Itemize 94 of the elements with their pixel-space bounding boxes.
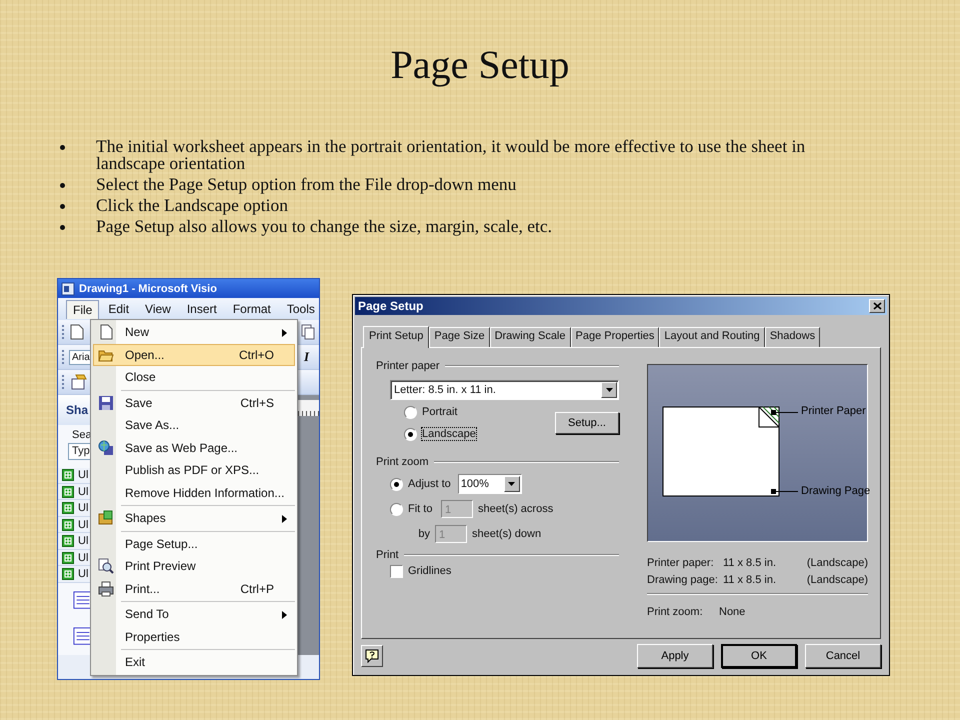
- globe-icon: [98, 440, 114, 456]
- dialog-button[interactable]: Apply: [637, 644, 713, 668]
- menu-item[interactable]: Close: [93, 366, 295, 388]
- info-label: Drawing page:: [647, 574, 719, 586]
- menu-item[interactable]: Publish as PDF or XPS...: [93, 459, 295, 482]
- stencil-icon: [62, 469, 74, 482]
- printer-icon: [98, 580, 114, 597]
- menu-item[interactable]: New: [93, 321, 295, 344]
- setup-button[interactable]: Setup...: [555, 412, 619, 434]
- stencil-icon: [62, 502, 74, 514]
- menu-item[interactable]: Format: [226, 299, 278, 319]
- paper-select[interactable]: Letter: 8.5 in. x 11 in.: [390, 380, 619, 400]
- menu-item[interactable]: Open... Ctrl+O: [93, 344, 295, 366]
- info-value: None: [719, 606, 746, 618]
- menu-item[interactable]: File: [66, 300, 100, 318]
- stencil-icon: [62, 518, 74, 531]
- dialog-title: Page Setup: [358, 299, 424, 313]
- info-label: Printer paper:: [647, 556, 715, 568]
- italic-button[interactable]: I: [304, 349, 309, 365]
- radio-label: Portrait: [422, 406, 458, 418]
- diagram-label: Printer Paper: [801, 405, 866, 417]
- bullet-icon: [60, 204, 65, 209]
- bullet-icon: [60, 145, 65, 150]
- menu-item[interactable]: Exit: [93, 651, 295, 674]
- tab[interactable]: Shadows: [764, 327, 820, 347]
- info-label: Print zoom:: [647, 606, 704, 618]
- new-page-icon: [98, 324, 114, 340]
- field-label: sheet(s) across: [478, 503, 554, 515]
- group-label: Printer paper: [376, 360, 440, 372]
- menu-item[interactable]: Page Setup...: [93, 532, 295, 555]
- radio-label: Adjust to: [408, 478, 451, 490]
- shortcut-text: Ctrl+P: [240, 582, 274, 596]
- menu-item[interactable]: Shapes: [93, 507, 295, 530]
- info-value: 11 x 8.5 in.: [723, 574, 777, 586]
- checkbox[interactable]: [390, 564, 403, 578]
- radio-button[interactable]: [404, 428, 417, 440]
- dropdown-arrow-icon: [508, 482, 516, 486]
- radio-button[interactable]: [390, 478, 403, 490]
- dialog-button[interactable]: Cancel: [805, 644, 881, 668]
- group-label: Print zoom: [376, 456, 429, 468]
- field-label: sheet(s) down: [472, 528, 542, 540]
- new-page-icon: [70, 324, 84, 340]
- info-value: (Landscape): [806, 574, 868, 586]
- menu-item[interactable]: Remove Hidden Information...: [93, 482, 295, 504]
- bullet-icon: [60, 183, 65, 188]
- shortcut-text: Ctrl+O: [238, 348, 274, 362]
- info-value: (Landscape): [806, 556, 868, 568]
- radio-label: Fit to: [408, 503, 434, 515]
- window-title: Drawing1 - Microsoft Visio: [79, 282, 217, 294]
- menu-item[interactable]: Print... Ctrl+P: [93, 578, 295, 600]
- bullet-text: Click the Landscape option: [96, 197, 288, 214]
- help-icon: [365, 649, 379, 663]
- info-value: 11 x 8.5 in.: [723, 556, 777, 568]
- menu-item[interactable]: Edit: [101, 299, 136, 319]
- font-field[interactable]: Aria: [69, 350, 90, 364]
- bullet-icon: [60, 225, 65, 230]
- tab[interactable]: Drawing Scale: [490, 327, 570, 347]
- stencil-icon: [62, 568, 74, 580]
- stencil-icon: [62, 535, 74, 548]
- stencil-icon: [62, 486, 74, 498]
- menu-item[interactable]: Save as Web Page...: [93, 436, 295, 459]
- copy-icon: [301, 324, 315, 340]
- zoom-select[interactable]: 100%: [458, 474, 522, 494]
- magnifier-icon: [98, 558, 114, 574]
- field-label: by: [417, 528, 430, 540]
- shortcut-text: Ctrl+S: [240, 396, 274, 410]
- dropdown-arrow-icon: [606, 388, 612, 392]
- stencil-icon: [62, 552, 74, 564]
- menu-item[interactable]: Properties: [93, 626, 295, 648]
- menu-item[interactable]: Tools: [280, 299, 319, 319]
- menu-item[interactable]: Send To: [93, 603, 295, 626]
- tab[interactable]: Layout and Routing: [659, 327, 765, 347]
- close-button[interactable]: [869, 299, 885, 313]
- radio-label: Landscape: [422, 428, 476, 440]
- tab[interactable]: Page Properties: [570, 327, 660, 347]
- bullet-text: Page Setup also allows you to change the size, margin, scale, etc.: [96, 218, 552, 235]
- shapes-icon: [98, 510, 114, 526]
- bullet-text: The initial worksheet appears in the portrait orientation, it would be more effective to use the sheet in landscape orientation: [96, 138, 806, 172]
- radio-button[interactable]: [404, 406, 417, 418]
- format-painter-icon: [70, 373, 88, 391]
- menu-item[interactable]: View: [138, 299, 178, 319]
- tab[interactable]: Page Size: [429, 327, 490, 347]
- radio-button[interactable]: [390, 502, 403, 516]
- tab[interactable]: Print Setup: [363, 326, 430, 348]
- checkbox-label: Gridlines: [408, 565, 452, 577]
- app-icon: [61, 282, 75, 296]
- dialog-button[interactable]: OK: [721, 644, 797, 668]
- group-label: Print: [376, 549, 399, 561]
- menu-item[interactable]: Print Preview: [93, 555, 295, 578]
- menu-item[interactable]: Insert: [180, 299, 224, 319]
- help-button[interactable]: [361, 645, 383, 667]
- slide-title: Page Setup: [390, 41, 570, 89]
- bullet-text: Select the Page Setup option from the File drop-down menu: [96, 176, 516, 193]
- close-icon: [872, 302, 882, 310]
